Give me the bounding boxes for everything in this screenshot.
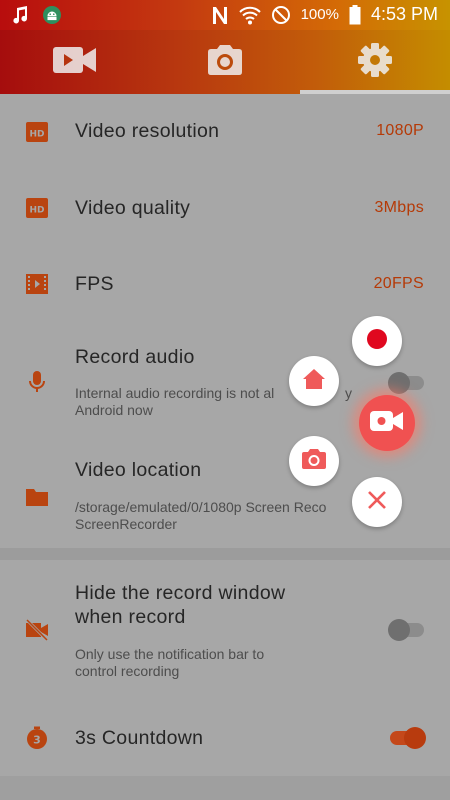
setting-title: Record audio xyxy=(75,346,195,368)
setting-subtitle: ScreenRecorder xyxy=(75,516,177,532)
video-quality-row[interactable]: HD Video quality 3Mbps xyxy=(0,170,450,246)
floating-record-menu-button[interactable] xyxy=(359,395,415,451)
setting-value: 20FPS xyxy=(373,275,424,292)
countdown-row[interactable]: 3 3s Countdown xyxy=(0,700,450,776)
tab-video[interactable] xyxy=(0,30,150,94)
setting-subtitle-end: y xyxy=(345,385,352,401)
tab-screenshot[interactable] xyxy=(150,30,300,94)
svg-text:3: 3 xyxy=(33,734,41,747)
setting-subtitle: control recording xyxy=(75,663,180,679)
hd-icon: HD xyxy=(25,120,49,144)
tab-bar xyxy=(0,30,450,94)
home-button[interactable] xyxy=(289,356,339,406)
section-divider xyxy=(0,548,450,560)
music-note-icon xyxy=(12,6,28,24)
setting-title: Video resolution xyxy=(75,120,220,142)
setting-subtitle: Only use the notification bar to xyxy=(75,646,265,662)
setting-subtitle: /storage/emulated/0/1080p Screen Reco xyxy=(75,499,327,515)
tab-settings[interactable] xyxy=(300,30,450,94)
video-off-icon xyxy=(25,618,49,642)
battery-percent: 100% xyxy=(300,6,339,23)
wifi-icon xyxy=(238,5,261,25)
setting-subtitle: Android now xyxy=(75,402,153,418)
record-audio-toggle[interactable] xyxy=(388,372,424,394)
record-button[interactable] xyxy=(352,316,402,366)
setting-title: FPS xyxy=(75,273,114,295)
timer-3-icon: 3 xyxy=(25,726,49,750)
screenshot-button[interactable] xyxy=(289,436,339,486)
hide-window-toggle[interactable] xyxy=(388,619,424,641)
video-camera-icon xyxy=(370,410,404,437)
do-not-disturb-icon xyxy=(271,5,291,25)
setting-title: Video quality xyxy=(75,197,191,219)
setting-value: 1080P xyxy=(376,122,424,139)
bottom-divider xyxy=(0,776,450,800)
setting-subtitle: Internal audio recording is not al xyxy=(75,385,275,401)
battery-icon xyxy=(349,4,361,25)
home-icon xyxy=(302,368,326,395)
n-notification-icon xyxy=(211,5,229,25)
microphone-icon xyxy=(25,370,49,394)
camera-icon xyxy=(206,44,244,81)
setting-title: Hide the record window xyxy=(75,582,286,604)
android-debug-icon xyxy=(42,5,62,25)
clock: 4:53 PM xyxy=(370,4,438,24)
camera-icon xyxy=(301,448,327,475)
close-button[interactable] xyxy=(352,477,402,527)
hd-icon: HD xyxy=(25,196,49,220)
video-resolution-row[interactable]: HD Video resolution 1080P xyxy=(0,94,450,170)
fps-row[interactable]: FPS 20FPS xyxy=(0,246,450,322)
gear-icon xyxy=(357,42,393,83)
setting-value: 3Mbps xyxy=(374,199,424,216)
record-dot-icon xyxy=(366,328,388,355)
video-camera-icon xyxy=(53,45,97,80)
status-bar: 100% 4:53 PM xyxy=(0,0,450,30)
film-icon xyxy=(25,272,49,296)
setting-title: 3s Countdown xyxy=(75,727,204,749)
svg-text:HD: HD xyxy=(29,130,44,140)
svg-text:HD: HD xyxy=(29,206,44,216)
hide-window-row[interactable]: Hide the record window when record Only … xyxy=(0,560,450,700)
setting-title: Video location xyxy=(75,459,202,481)
countdown-toggle[interactable] xyxy=(390,727,426,749)
setting-title-line2: when record xyxy=(75,606,186,628)
close-icon xyxy=(367,490,387,515)
folder-icon xyxy=(25,485,49,509)
